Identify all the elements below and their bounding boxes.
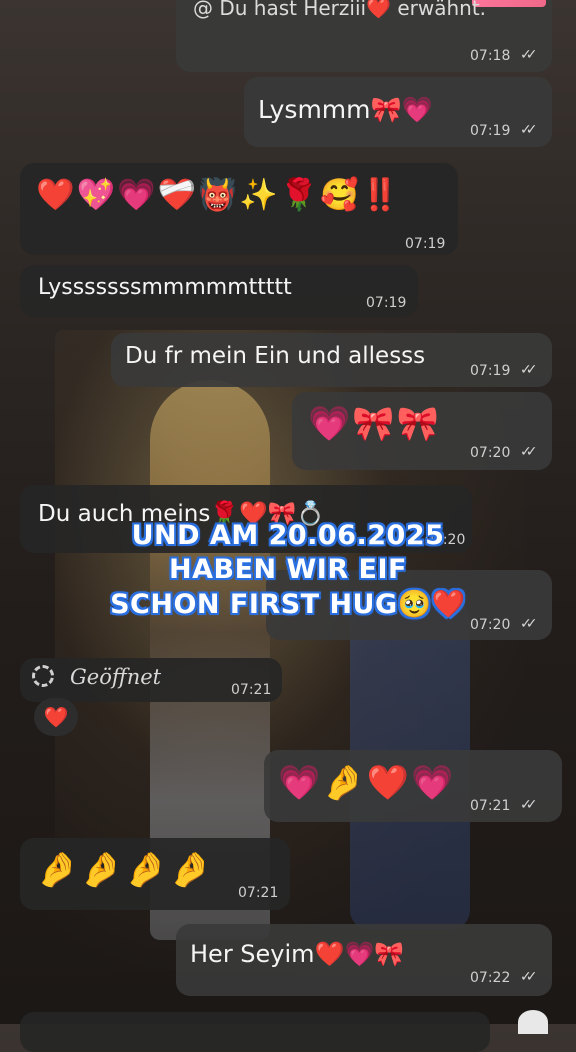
message-bubble-partial[interactable] xyxy=(20,1012,490,1052)
read-ticks-icon: ✓✓ xyxy=(520,362,538,378)
overlay-caption-line-2: HABEN WIR EIF xyxy=(169,554,407,585)
heart-reaction-icon[interactable]: ❤️ xyxy=(34,698,78,736)
message-time: 07:19 xyxy=(470,363,511,379)
message-time: 07:19 xyxy=(366,295,407,311)
message-time: 07:19 xyxy=(470,123,511,139)
message-time: 07:20 xyxy=(470,445,511,461)
message-time: 07:22 xyxy=(470,970,511,986)
read-ticks-icon: ✓✓ xyxy=(520,444,538,460)
overlay-caption-line-1: UND AM 20.06.2025 xyxy=(131,520,445,551)
message-emoji-row: 🤌🤌🤌🤌 xyxy=(36,850,214,890)
avatar-icon[interactable] xyxy=(518,1010,548,1034)
message-time: 07:21 xyxy=(238,885,279,901)
read-ticks-icon: ✓✓ xyxy=(520,969,538,985)
message-time: 07:21 xyxy=(470,798,511,814)
message-text: Du fr mein Ein und allesss xyxy=(125,343,426,369)
opened-status-icon xyxy=(32,665,54,687)
message-time: 07:18 xyxy=(470,48,511,64)
opened-label: Geöffnet xyxy=(70,665,162,689)
message-emoji-row: 💗🎀🎀 xyxy=(308,404,442,444)
message-text: Lysssssssmmmmmttttt xyxy=(38,275,292,300)
message-time: 07:19 xyxy=(405,236,446,252)
overlay-caption-line-3: SCHON FIRST HUG🥹❤️ xyxy=(110,589,466,620)
read-ticks-icon: ✓✓ xyxy=(520,47,538,63)
message-emoji-row: ❤️💖💗❤️‍🩹👹✨🌹🥰‼️ xyxy=(36,177,402,213)
message-text-mention: @ Du hast Herziii❤️ erwähnt. xyxy=(193,0,487,20)
message-text: Her Seyim❤️💗🎀 xyxy=(190,940,405,968)
read-ticks-icon: ✓✓ xyxy=(520,122,538,138)
read-ticks-icon: ✓✓ xyxy=(520,797,538,813)
message-text: Lysmmm🎀💗 xyxy=(258,95,433,124)
message-emoji-row: 💗🤌❤️💗 xyxy=(278,763,456,803)
message-time: 07:21 xyxy=(231,682,272,698)
